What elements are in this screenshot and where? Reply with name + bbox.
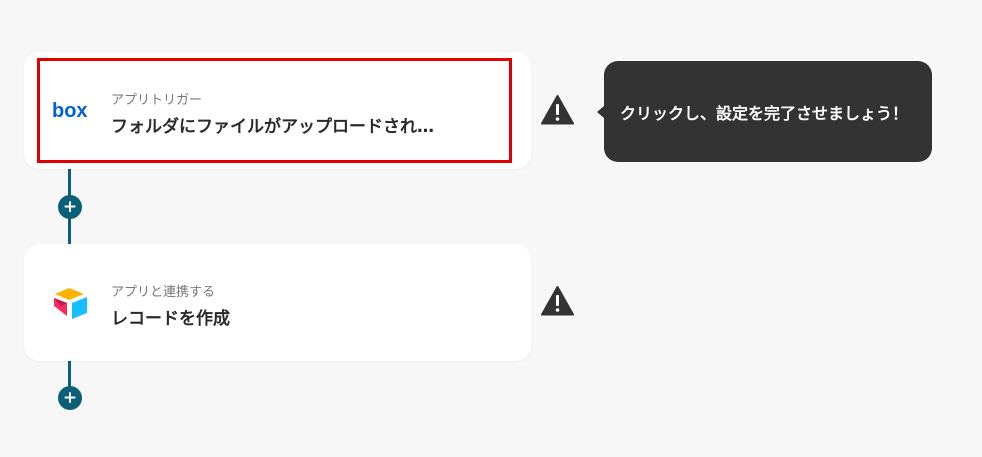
warning-icon[interactable] xyxy=(541,286,574,316)
flow-step-card-action[interactable]: アプリと連携する レコードを作成 xyxy=(24,244,531,361)
warning-icon[interactable] xyxy=(541,95,574,125)
step-type-label: アプリと連携する xyxy=(111,285,216,300)
airtable-logo-icon xyxy=(52,284,90,322)
add-step-button[interactable]: + xyxy=(58,386,82,410)
plus-icon: + xyxy=(62,387,78,408)
add-step-button[interactable]: + xyxy=(58,195,82,219)
step-title: フォルダにファイルがアップロードされ… xyxy=(111,117,434,137)
tooltip-text: クリックし、設定を完了させましょう！ xyxy=(620,103,909,123)
svg-text:box: box xyxy=(52,101,88,121)
flow-step-card-trigger[interactable]: box アプリトリガー フォルダにファイルがアップロードされ… xyxy=(24,52,531,169)
highlight-frame xyxy=(37,58,512,163)
box-logo-icon: box xyxy=(52,92,90,130)
hint-tooltip: クリックし、設定を完了させましょう！ xyxy=(597,61,932,162)
step-type-label: アプリトリガー xyxy=(111,93,203,108)
plus-icon: + xyxy=(62,196,78,217)
step-title: レコードを作成 xyxy=(111,309,230,329)
